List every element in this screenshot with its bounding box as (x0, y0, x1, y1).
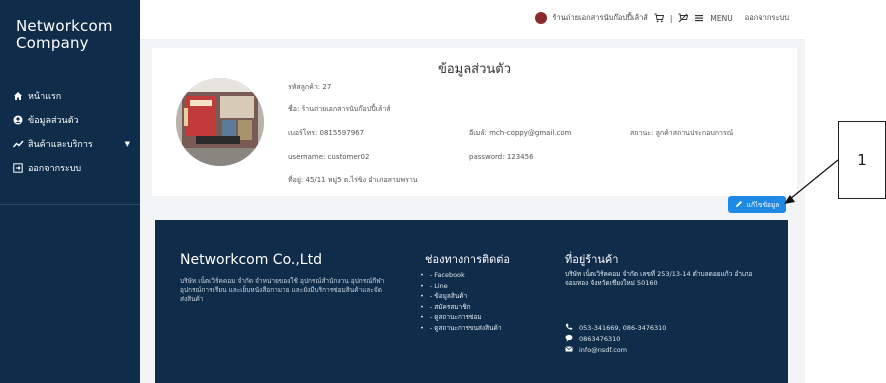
footer-phones: 053-341669, 086-3476310 (579, 324, 667, 332)
footer: Networkcom Co.,Ltd บริษัท เน็ตเวิร์คคอม … (155, 220, 788, 383)
footer-mobile-line: 0863476310 (565, 334, 620, 344)
footer-phone-line: 053-341669, 086-3476310 (565, 323, 666, 333)
page: Networkcom Company หน้าแรก ข้อมูลส่วนตัว… (0, 0, 886, 383)
footer-brand: Networkcom Co.,Ltd (180, 252, 322, 268)
phone-icon (565, 323, 573, 333)
footer-link-register[interactable]: - สมัครสมาชิก (420, 302, 501, 313)
chat-icon (565, 334, 573, 344)
footer-email-line: info@nsdf.com (565, 345, 627, 355)
footer-address-title: ที่อยู่ร้านค้า (565, 253, 619, 266)
footer-link-products[interactable]: - ข้อมูลสินค้า (420, 291, 501, 302)
footer-link-shipping-status[interactable]: - ดูสถานะการขนส่งสินค้า (420, 323, 502, 334)
footer-link-repair-status[interactable]: - ดูสถานะการซ่อม (420, 312, 501, 323)
footer-mobile: 0863476310 (579, 335, 621, 343)
footer-email[interactable]: info@nsdf.com (579, 346, 627, 354)
footer-link-facebook[interactable]: - Facebook (420, 270, 501, 281)
envelope-icon (565, 345, 573, 355)
footer-links: - Facebook - Line - ข้อมูลสินค้า - สมัคร… (420, 270, 502, 334)
footer-address: บริษัท เน็ตเวิร์คคอม จำกัด เลขที่ 253/13… (565, 270, 753, 287)
footer-description: บริษัท เน็ตเวิร์คคอม จำกัด จำหน่ายของใช้… (180, 277, 385, 303)
footer-contact-title: ช่องทางการติดต่อ (425, 253, 511, 266)
footer-link-line[interactable]: - Line (420, 281, 501, 292)
callout-number: 1 (838, 121, 886, 199)
